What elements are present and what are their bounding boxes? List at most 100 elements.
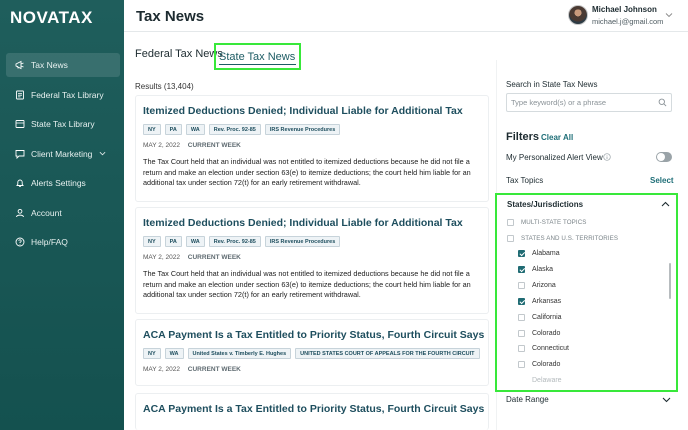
checkbox-arkansas[interactable]: Arkansas	[518, 298, 561, 305]
checkbox[interactable]	[518, 330, 525, 337]
tab-federal-tax-news[interactable]: Federal Tax News	[135, 48, 223, 60]
clear-all-link[interactable]: Clear All	[541, 133, 573, 142]
sidebar-item-label: State Tax Library	[31, 119, 95, 129]
tab-state-tax-news[interactable]: State Tax News	[214, 43, 302, 70]
checkbox-states-and-territories[interactable]: STATES AND U.S. TERRITORIES	[507, 235, 618, 242]
checkbox-label: Colorado	[532, 361, 561, 368]
tag[interactable]: NY	[143, 348, 161, 359]
chevron-down-icon[interactable]	[662, 395, 671, 404]
tag[interactable]: PA	[164, 124, 182, 135]
user-name: Michael Johnson	[592, 5, 657, 14]
checkbox[interactable]	[518, 298, 525, 305]
alert-view-toggle[interactable]	[656, 152, 672, 162]
article-title[interactable]: Itemized Deductions Denied; Individual L…	[143, 217, 463, 229]
search-icon[interactable]	[658, 98, 667, 107]
results-count: Results (13,404)	[135, 82, 194, 91]
sidebar-item-label: Federal Tax Library	[31, 89, 104, 100]
checkbox[interactable]	[518, 345, 525, 352]
filters-title: Filters	[506, 131, 540, 143]
checkbox-arizona[interactable]: Arizona	[518, 282, 556, 289]
chat-icon	[15, 149, 25, 159]
toggle-knob	[657, 153, 665, 161]
sidebar-item-federal-tax-library[interactable]: Federal Tax Library	[6, 83, 120, 107]
info-icon[interactable]	[603, 153, 611, 161]
checkbox-delaware[interactable]: Delaware	[518, 377, 562, 384]
sidebar-item-account[interactable]: Account	[6, 201, 120, 225]
article-meta: MAY 2, 2022 CURRENT WEEK	[143, 254, 241, 261]
checkbox[interactable]	[507, 219, 514, 226]
tag[interactable]: United States v. Timberly E. Hughes	[187, 348, 292, 359]
article-summary: The Tax Court held that an individual wa…	[143, 157, 471, 187]
page-title: Tax News	[136, 8, 205, 25]
sidebar-item-alerts-settings[interactable]: Alerts Settings	[6, 171, 120, 195]
folder-icon	[15, 119, 25, 129]
article-summary: The Tax Court held that an individual wa…	[143, 269, 471, 299]
checkbox-label: MULTI-STATE TOPICS	[521, 219, 587, 226]
tag[interactable]: IRS Revenue Procedures	[264, 124, 341, 135]
sidebar-item-help-faq[interactable]: Help/FAQ	[6, 230, 120, 254]
checkbox[interactable]	[518, 266, 525, 273]
sidebar-item-tax-news[interactable]: Tax News	[6, 53, 120, 77]
article-title[interactable]: ACA Payment Is a Tax Entitled to Priorit…	[143, 403, 484, 415]
tax-topics-label: Tax Topics	[506, 176, 544, 185]
result-card[interactable]: ACA Payment Is a Tax Entitled to Priorit…	[135, 319, 489, 386]
checkbox-multi-state-topics[interactable]: MULTI-STATE TOPICS	[507, 219, 587, 226]
week-label: CURRENT WEEK	[187, 142, 241, 149]
tax-topics-select-link[interactable]: Select	[650, 176, 674, 185]
chevron-down-icon[interactable]	[99, 150, 106, 157]
states-jurisdictions-panel: States/Jurisdictions MULTI-STATE TOPICS …	[495, 193, 678, 392]
checkbox[interactable]	[518, 361, 525, 368]
tag[interactable]: Rev. Proc. 92-85	[208, 124, 261, 135]
checkbox-colorado-2[interactable]: Colorado	[518, 361, 560, 368]
states-title: States/Jurisdictions	[507, 200, 584, 209]
checkbox-colorado[interactable]: Colorado	[518, 330, 560, 337]
checkbox-label: Colorado	[532, 330, 561, 337]
checkbox-connecticut[interactable]: Connecticut	[518, 345, 569, 352]
logo: NOVATAX	[10, 8, 93, 27]
tag[interactable]: IRS Revenue Procedures	[264, 236, 341, 247]
sidebar-item-label: Alerts Settings	[31, 178, 86, 188]
result-card[interactable]: ACA Payment Is a Tax Entitled to Priorit…	[135, 393, 489, 430]
article-date: MAY 2, 2022	[143, 142, 180, 149]
tag[interactable]: Rev. Proc. 92-85	[208, 236, 261, 247]
checkbox[interactable]	[518, 314, 525, 321]
tag[interactable]: WA	[164, 348, 184, 359]
search-label: Search in State Tax News	[506, 80, 598, 89]
tag[interactable]: NY	[143, 236, 161, 247]
article-title[interactable]: Itemized Deductions Denied; Individual L…	[143, 105, 463, 117]
checkbox-label: STATES AND U.S. TERRITORIES	[521, 235, 619, 242]
result-card[interactable]: Itemized Deductions Denied; Individual L…	[135, 95, 489, 202]
chevron-down-icon[interactable]	[665, 11, 673, 19]
tag[interactable]: WA	[185, 236, 205, 247]
search-box	[506, 93, 672, 112]
date-range-label[interactable]: Date Range	[506, 395, 549, 404]
bell-icon	[15, 178, 25, 188]
avatar[interactable]	[568, 5, 588, 25]
tag[interactable]: NY	[143, 124, 161, 135]
top-bar: Tax News Michael Johnson michael.j@gmail…	[124, 0, 688, 32]
sidebar-item-label: Tax News	[31, 60, 68, 70]
article-title[interactable]: ACA Payment Is a Tax Entitled to Priorit…	[143, 329, 484, 341]
tag[interactable]: WA	[185, 124, 205, 135]
checkbox-alabama[interactable]: Alabama	[518, 250, 560, 257]
sidebar-item-state-tax-library[interactable]: State Tax Library	[6, 112, 120, 136]
search-input[interactable]	[507, 94, 655, 111]
chevron-up-icon[interactable]	[661, 200, 670, 209]
checkbox[interactable]	[518, 282, 525, 289]
article-meta: MAY 2, 2022 CURRENT WEEK	[143, 366, 241, 373]
checkbox[interactable]	[518, 250, 525, 257]
tag-list: NY PA WA Rev. Proc. 92-85 IRS Revenue Pr…	[143, 124, 341, 135]
tag[interactable]: UNITED STATES COURT OF APPEALS FOR THE F…	[295, 348, 480, 359]
checkbox-california[interactable]: California	[518, 314, 562, 321]
scrollbar[interactable]	[669, 263, 671, 299]
checkbox[interactable]	[507, 235, 514, 242]
checkbox-alaska[interactable]: Alaska	[518, 266, 553, 273]
result-card[interactable]: Itemized Deductions Denied; Individual L…	[135, 207, 489, 314]
article-meta: MAY 2, 2022 CURRENT WEEK	[143, 142, 241, 149]
tag[interactable]: PA	[164, 236, 182, 247]
user-icon	[15, 208, 25, 218]
article-date: MAY 2, 2022	[143, 254, 180, 261]
checkbox-label: Alabama	[532, 250, 560, 257]
sidebar-item-label: Account	[31, 207, 62, 218]
sidebar-item-client-marketing[interactable]: Client Marketing	[6, 142, 120, 166]
